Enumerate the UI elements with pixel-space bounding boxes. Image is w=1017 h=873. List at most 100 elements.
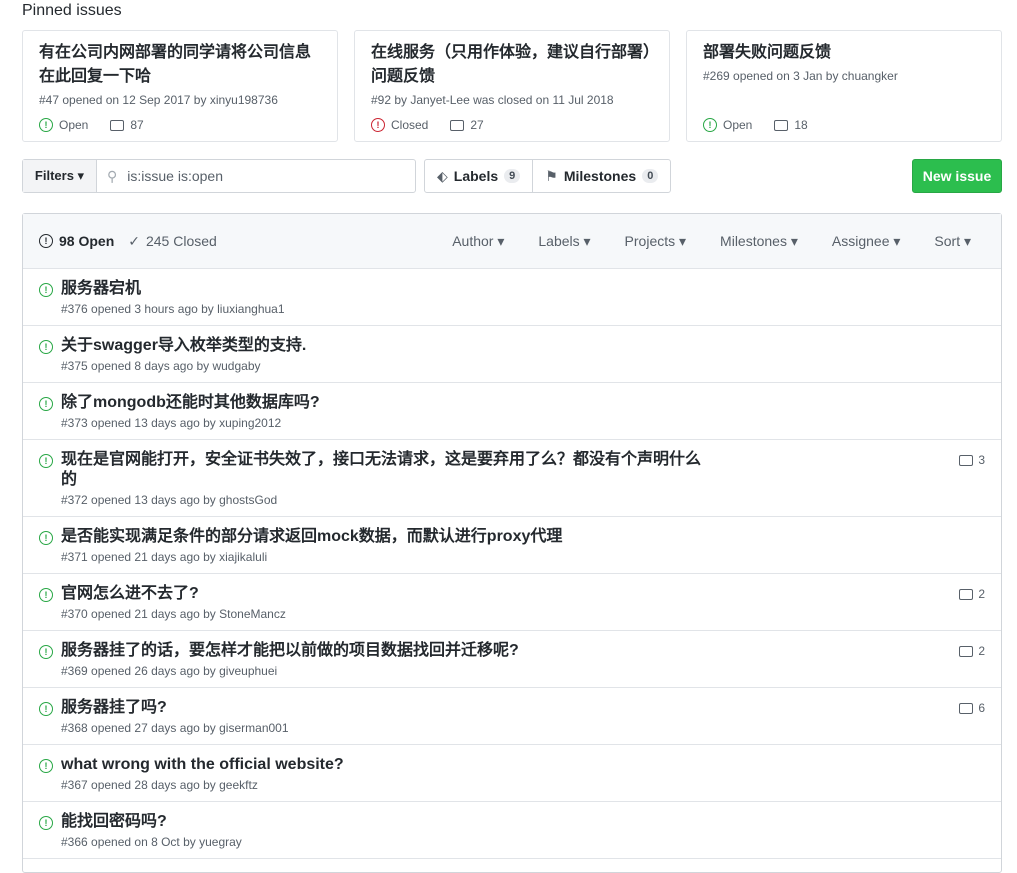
issue-comments[interactable]: 2 (959, 587, 985, 601)
comment-count: 2 (978, 587, 985, 601)
pinned-issue-card[interactable]: 部署失败问题反馈 #269 opened on 3 Jan by chuangk… (686, 30, 1002, 142)
closed-count: 245 Closed (145, 233, 217, 249)
filters-group: Filters ▾ ⚲ is:issue is:open (22, 159, 416, 193)
comment-count: 18 (794, 118, 808, 132)
open-filter[interactable]: ! 98 Open (39, 233, 114, 249)
issue-meta: #376 opened 3 hours ago by liuxianghua1 (61, 302, 285, 316)
issue-open-icon: ! (39, 340, 53, 354)
comment-count: 2 (978, 644, 985, 658)
issue-row: ! 能找回密码吗? #366 opened on 8 Oct by yuegra… (23, 802, 1001, 859)
search-value: is:issue is:open (127, 168, 223, 184)
issue-state: Open (723, 118, 753, 132)
issue-open-icon: ! (39, 588, 53, 602)
issue-meta: #372 opened 13 days ago by ghostsGod (61, 493, 278, 507)
milestones-count: 0 (642, 169, 659, 183)
issue-state: Open (59, 118, 89, 132)
issue-row: ! 除了mongodb还能时其他数据库吗? #373 opened 13 day… (23, 383, 1001, 440)
issues-list-header: ! 98 Open ✓ 245 Closed Author ▾ Labels ▾ Pro… (23, 214, 1001, 269)
labels-count: 9 (504, 169, 521, 183)
search-input[interactable]: ⚲ is:issue is:open (97, 160, 415, 192)
issue-meta: #373 opened 13 days ago by xuping2012 (61, 416, 282, 430)
issue-open-icon: ! (39, 531, 53, 545)
filter-menu-milestones[interactable]: Milestones ▾ (703, 233, 815, 250)
comment-count: 87 (130, 118, 144, 132)
pinned-issue-meta: #92 by Janyet-Lee was closed on 11 Jul 2… (371, 93, 614, 107)
issue-state: Closed (391, 118, 429, 132)
issue-row: ! 服务器宕机 #376 opened 3 hours ago by liuxi… (23, 269, 1001, 326)
filter-menu-projects[interactable]: Projects ▾ (608, 233, 704, 250)
issue-comments[interactable]: 2 (959, 644, 985, 658)
labels-label: Labels (453, 168, 499, 184)
pinned-issues: 有在公司内网部署的同学请将公司信息在此回复一下哈 #47 opened on 1… (22, 30, 1002, 142)
pinned-issues-heading: Pinned issues (22, 2, 122, 19)
pinned-issue-title[interactable]: 有在公司内网部署的同学请将公司信息在此回复一下哈 (39, 41, 321, 89)
issue-row: ! 是否能实现满足条件的部分请求返回mock数据，而默认进行proxy代理 #3… (23, 517, 1001, 574)
labels-button[interactable]: ⬖ Labels 9 (425, 160, 532, 192)
issue-title[interactable]: what wrong with the official website? (61, 755, 701, 775)
issue-comments[interactable]: 3 (959, 453, 985, 467)
issue-open-icon: ! (39, 645, 53, 659)
pinned-issue-card[interactable]: 在线服务（只用作体验，建议自行部署）问题反馈 #92 by Janyet-Lee… (354, 30, 670, 142)
filter-menu-author[interactable]: Author ▾ (435, 233, 521, 250)
comment-icon (110, 119, 125, 131)
issue-title[interactable]: 除了mongodb还能时其他数据库吗? (61, 393, 701, 413)
open-count: 98 Open (59, 233, 115, 249)
issue-row: ! 现在是官网能打开，安全证书失效了，接口无法请求，这是要弃用了么？都没有个声明… (23, 440, 1001, 517)
issue-title[interactable]: 服务器挂了的话，要怎样才能把以前做的项目数据找回并迁移呢? (61, 641, 701, 661)
issue-closed-icon: ! (371, 118, 385, 132)
filter-menu-assignee[interactable]: Assignee ▾ (815, 233, 918, 250)
issue-comments[interactable]: 6 (959, 701, 985, 715)
issue-row: ! 关于swagger导入枚举类型的支持. #375 opened 8 days… (23, 326, 1001, 383)
issue-meta: #369 opened 26 days ago by giveuphuei (61, 664, 278, 678)
check-icon: ✓ (128, 232, 140, 249)
comment-icon (959, 645, 974, 657)
issue-open-icon: ! (39, 234, 53, 248)
closed-filter[interactable]: ✓ 245 Closed (128, 233, 217, 250)
search-icon: ⚲ (107, 167, 118, 184)
issue-open-icon: ! (39, 816, 53, 830)
tag-icon: ⬖ (437, 167, 448, 184)
issue-title[interactable]: 现在是官网能打开，安全证书失效了，接口无法请求，这是要弃用了么？都没有个声明什么… (61, 450, 701, 490)
pinned-issue-title[interactable]: 在线服务（只用作体验，建议自行部署）问题反馈 (371, 41, 653, 89)
issue-meta: #375 opened 8 days ago by wudgaby (61, 359, 261, 373)
issues-list: ! 98 Open ✓ 245 Closed Author ▾ Labels ▾ Pro… (22, 213, 1002, 873)
comment-icon (450, 119, 465, 131)
comment-icon (774, 119, 789, 131)
pinned-issue-meta: #269 opened on 3 Jan by chuangker (703, 69, 898, 83)
issue-open-icon: ! (39, 397, 53, 411)
issue-meta: #367 opened 28 days ago by geekftz (61, 778, 258, 792)
filter-menu-sort[interactable]: Sort ▾ (917, 233, 985, 250)
pinned-issue-title[interactable]: 部署失败问题反馈 (703, 41, 985, 65)
filters-button[interactable]: Filters ▾ (23, 160, 97, 192)
issue-open-icon: ! (39, 118, 53, 132)
issue-open-icon: ! (703, 118, 717, 132)
issue-title[interactable]: 服务器宕机 (61, 279, 701, 299)
issue-open-icon: ! (39, 283, 53, 297)
issue-title[interactable]: 是否能实现满足条件的部分请求返回mock数据，而默认进行proxy代理 (61, 527, 701, 547)
issue-title[interactable]: 能找回密码吗? (61, 812, 701, 832)
comment-count: 6 (978, 701, 985, 715)
issue-meta: #368 opened 27 days ago by giserman001 (61, 721, 289, 735)
issue-title[interactable]: 服务器挂了吗? (61, 698, 701, 718)
pinned-issue-card[interactable]: 有在公司内网部署的同学请将公司信息在此回复一下哈 #47 opened on 1… (22, 30, 338, 142)
new-issue-button[interactable]: New issue (912, 159, 1002, 193)
issue-row: ! what wrong with the official website? … (23, 745, 1001, 802)
issue-row: ! 服务器挂了吗? #368 opened 27 days ago by gis… (23, 688, 1001, 745)
comment-count: 27 (470, 118, 484, 132)
issue-meta: #366 opened on 8 Oct by yuegray (61, 835, 242, 849)
issue-row: ! 官网怎么进不去了? #370 opened 21 days ago by S… (23, 574, 1001, 631)
issue-row: ! 服务器挂了的话，要怎样才能把以前做的项目数据找回并迁移呢? #369 ope… (23, 631, 1001, 688)
issue-open-icon: ! (39, 759, 53, 773)
comment-icon (959, 588, 974, 600)
issue-title[interactable]: 关于swagger导入枚举类型的支持. (61, 336, 701, 356)
filter-menu-labels[interactable]: Labels ▾ (521, 233, 607, 250)
issue-meta: #371 opened 21 days ago by xiajikaluli (61, 550, 268, 564)
comment-count: 3 (978, 453, 985, 467)
comment-icon (959, 454, 974, 466)
issue-title[interactable]: 官网怎么进不去了? (61, 584, 701, 604)
milestones-button[interactable]: ⚑ Milestones 0 (532, 160, 670, 192)
issue-open-icon: ! (39, 454, 53, 468)
milestone-icon: ⚑ (545, 167, 558, 184)
comment-icon (959, 702, 974, 714)
milestones-label: Milestones (563, 168, 637, 184)
